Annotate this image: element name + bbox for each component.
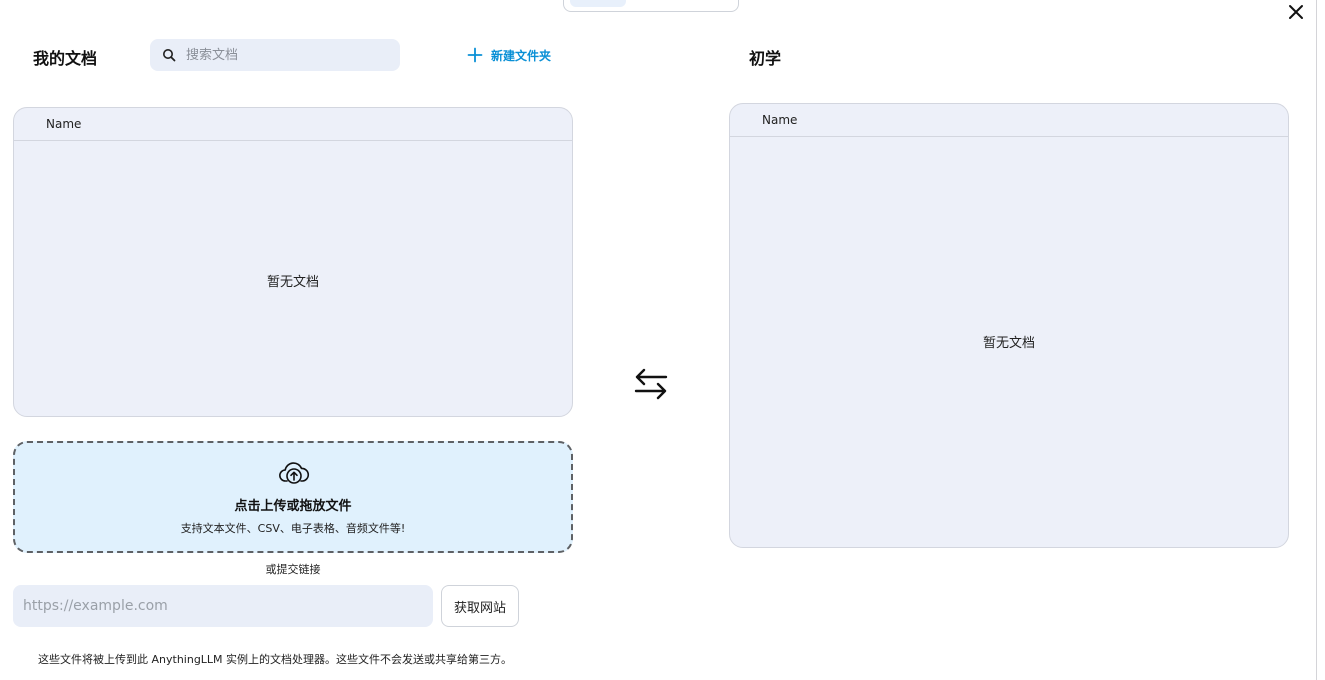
document-manager-modal: 我的文档 新建文件夹 Name 暂无文档 点击上传或拖放文件 支持文本文件、CS… <box>0 0 1325 680</box>
close-icon <box>1289 5 1303 19</box>
my-documents-title: 我的文档 <box>33 49 98 68</box>
new-folder-button[interactable]: 新建文件夹 <box>467 44 551 66</box>
table-header: Name <box>730 104 1288 137</box>
empty-state-text: 暂无文档 <box>982 336 1035 351</box>
my-documents-table: Name 暂无文档 <box>13 107 573 417</box>
scrollbar-track[interactable] <box>1316 0 1325 680</box>
table-header: Name <box>14 108 572 141</box>
search-bar[interactable] <box>150 39 400 71</box>
column-header-name[interactable]: Name <box>762 113 797 127</box>
fetch-website-button[interactable]: 获取网站 <box>441 585 519 627</box>
workspace-tab-switcher[interactable] <box>563 0 739 12</box>
search-input[interactable] <box>184 46 388 64</box>
swap-arrows-icon[interactable] <box>632 366 670 402</box>
submit-link-label: 或提交链接 <box>265 563 321 576</box>
workspace-title: 初学 <box>749 49 782 68</box>
upload-privacy-note: 这些文件将被上传到此 AnythingLLM 实例上的文档处理器。这些文件不会发… <box>38 653 513 666</box>
upload-subtitle: 支持文本文件、CSV、电子表格、音频文件等! <box>180 522 406 535</box>
cloud-upload-icon <box>279 462 310 484</box>
upload-dropzone[interactable]: 点击上传或拖放文件 支持文本文件、CSV、电子表格、音频文件等! <box>13 441 573 553</box>
plus-icon <box>467 47 483 63</box>
close-button[interactable] <box>1284 0 1308 24</box>
search-icon <box>162 48 176 62</box>
new-folder-label: 新建文件夹 <box>491 48 552 63</box>
empty-state-text: 暂无文档 <box>266 275 319 290</box>
url-input[interactable] <box>13 585 433 627</box>
upload-title: 点击上传或拖放文件 <box>234 499 352 514</box>
active-tab-indicator[interactable] <box>570 0 626 7</box>
workspace-documents-table: Name 暂无文档 <box>729 103 1289 548</box>
column-header-name[interactable]: Name <box>46 117 81 131</box>
